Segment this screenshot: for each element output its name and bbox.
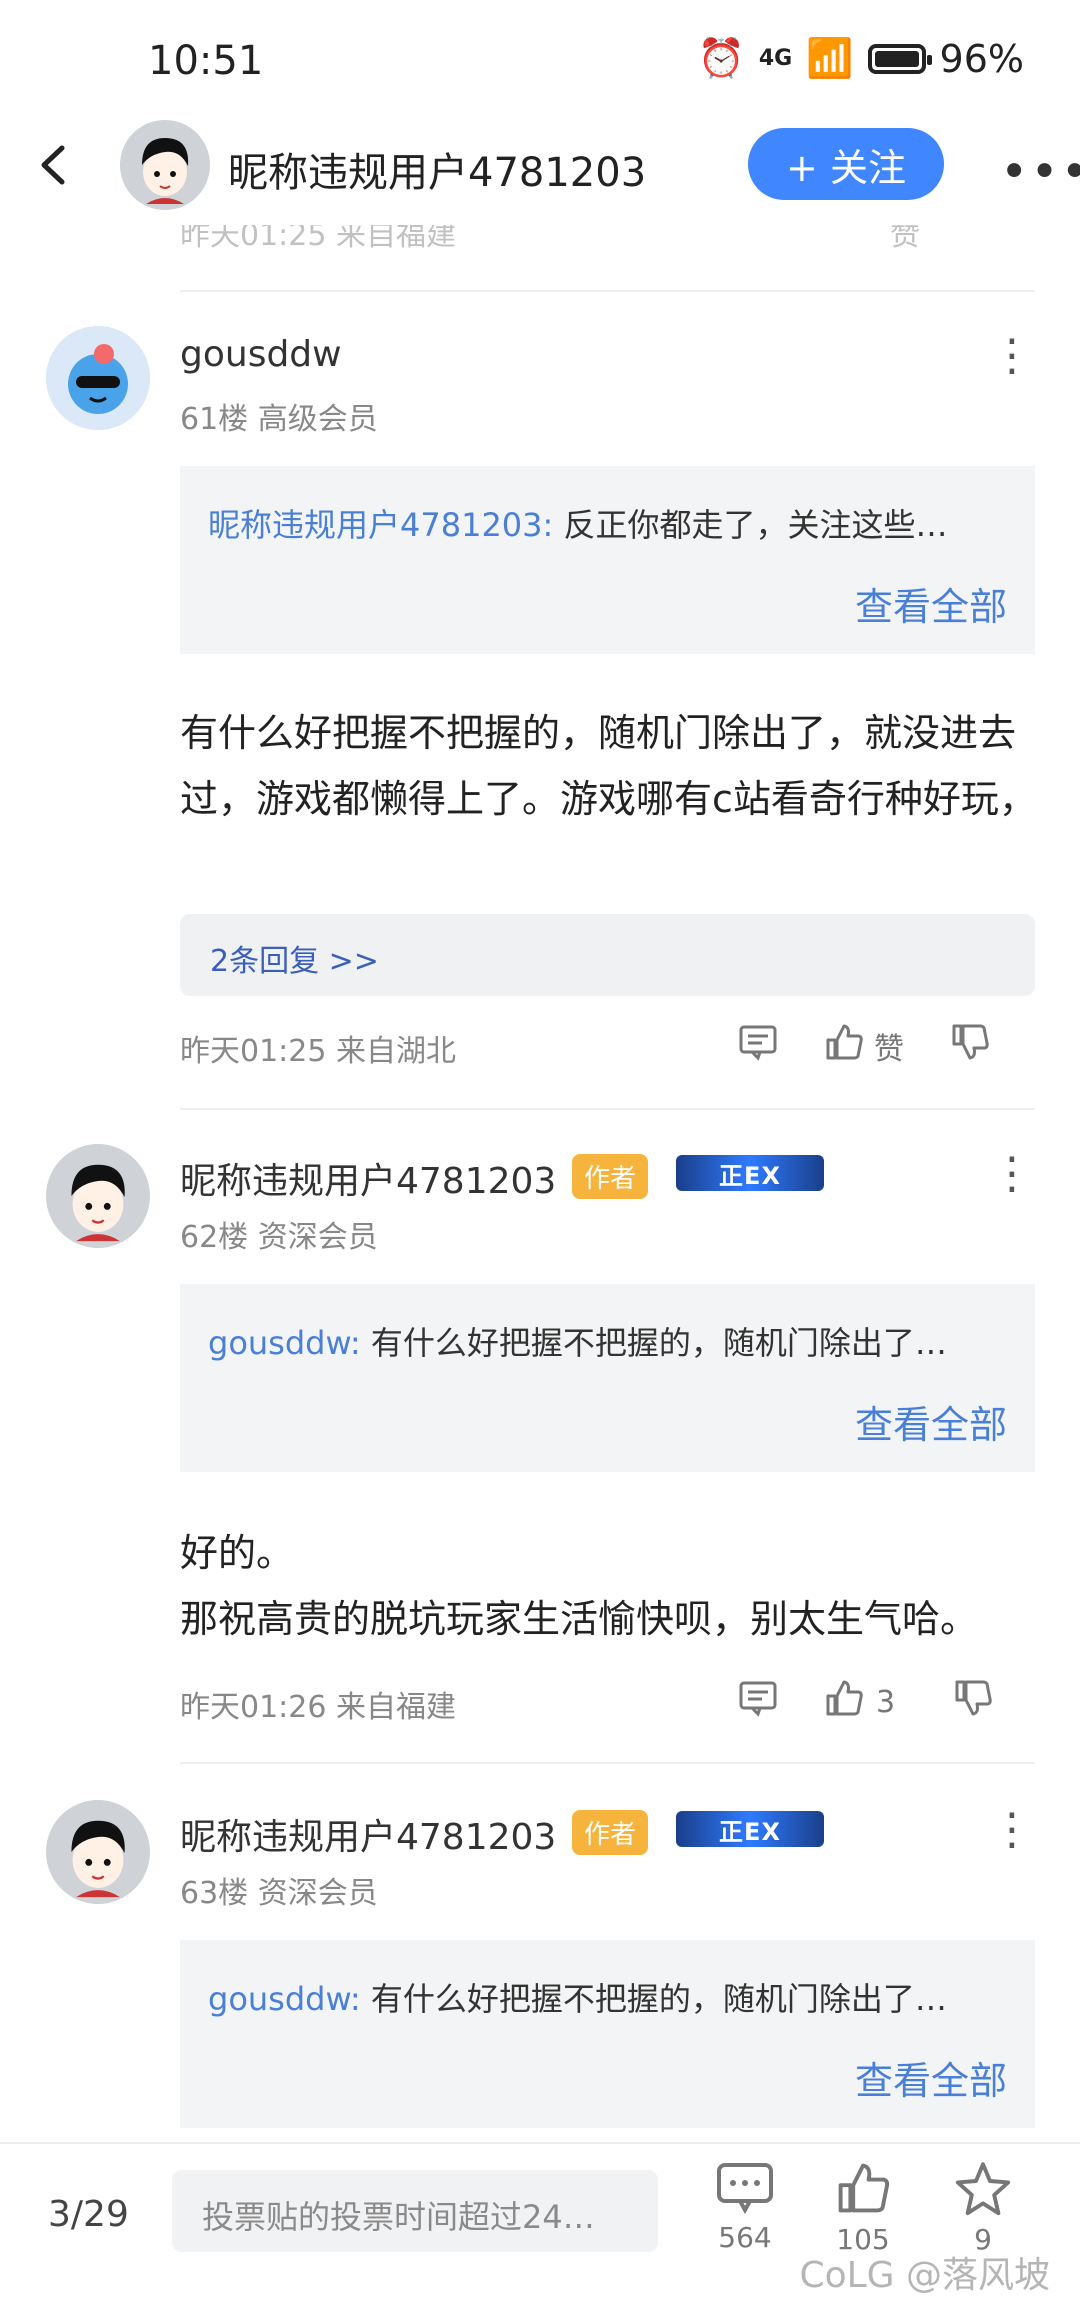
replies-link[interactable]: 2条回复 >> xyxy=(180,914,1035,996)
battery-icon xyxy=(867,43,932,74)
more-options-icon[interactable]: ••• xyxy=(1000,144,1080,200)
back-icon[interactable] xyxy=(30,140,80,190)
like-icon[interactable] xyxy=(824,1678,864,1726)
level-badge: 正EX xyxy=(676,1811,824,1847)
floor-info: 63楼 资深会员 xyxy=(180,1876,378,1911)
comment-text: 好的。 那祝高贵的脱坑玩家生活愉快呗，别太生气哈。 xyxy=(180,1520,1040,1652)
quoted-reply[interactable]: 昵称违规用户4781203: 反正你都走了，关注这些… 查看全部 xyxy=(180,466,1035,654)
page-indicator[interactable]: 3/29 xyxy=(48,2194,129,2235)
quoted-reply[interactable]: gousddw: 有什么好把握不把握的，随机门除出了… 查看全部 xyxy=(180,1284,1035,1472)
commenter-username[interactable]: gousddw xyxy=(180,334,342,375)
reply-input-placeholder: 投票贴的投票时间超过24… xyxy=(202,2198,595,2236)
header-username: 昵称违规用户4781203 xyxy=(228,150,647,196)
commenter-avatar[interactable] xyxy=(46,1800,150,1904)
floor-info: 62楼 资深会员 xyxy=(180,1220,378,1255)
comment-more-icon[interactable]: ⋮ xyxy=(990,330,1034,381)
author-badge: 作者 xyxy=(572,1154,649,1199)
quote-text: gousddw: 有什么好把握不把握的，随机门除出了… xyxy=(208,1318,1008,1364)
alarm-icon: ⏰ xyxy=(697,36,745,80)
commenter-username[interactable]: 昵称违规用户4781203 xyxy=(180,1152,556,1204)
view-all-link[interactable]: 查看全部 xyxy=(855,2050,1007,2105)
battery-level: 96% xyxy=(939,36,1024,81)
comment-more-icon[interactable]: ⋮ xyxy=(990,1804,1034,1855)
comment-actions: 3 xyxy=(738,1678,993,1726)
like-count: 3 xyxy=(876,1684,896,1720)
comment-text: 有什么好把握不把握的，随机门除出了，就没进去过，游戏都懒得上了。游戏哪有c站看奇… xyxy=(180,711,1037,821)
quote-username[interactable]: 昵称违规用户4781203: xyxy=(208,506,553,544)
quoted-reply[interactable]: gousddw: 有什么好把握不把握的，随机门除出了… 查看全部 xyxy=(180,1940,1035,2128)
quote-text: gousddw: 有什么好把握不把握的，随机门除出了… xyxy=(208,1974,1008,2020)
comment-more-icon[interactable]: ⋮ xyxy=(990,1148,1034,1199)
top-navbar: 昵称违规用户4781203 + 关注 ••• xyxy=(0,110,1080,225)
dislike-icon[interactable] xyxy=(950,1022,990,1070)
comments-count: 564 xyxy=(718,2221,772,2254)
author-avatar[interactable] xyxy=(120,120,210,210)
quote-text: 昵称违规用户4781203: 反正你都走了，关注这些… xyxy=(208,500,1008,546)
comment-actions: 赞 xyxy=(738,1022,990,1070)
favorite-button[interactable]: 9 xyxy=(948,2160,1018,2256)
thumbs-up-icon xyxy=(838,2163,890,2213)
like-button[interactable]: 105 xyxy=(828,2160,898,2256)
commenter-username[interactable]: 昵称违规用户4781203 xyxy=(180,1808,556,1860)
star-icon xyxy=(955,2162,1011,2216)
comment-meta: 昨天01:26 来自福建 xyxy=(180,1690,456,1725)
commenter-avatar[interactable] xyxy=(46,326,150,430)
dislike-icon[interactable] xyxy=(953,1678,993,1726)
quote-username[interactable]: gousddw: xyxy=(208,1324,361,1362)
divider xyxy=(180,1108,1035,1110)
quote-snippet: 有什么好把握不把握的，随机门除出了… xyxy=(370,1324,947,1362)
author-badge: 作者 xyxy=(572,1810,649,1855)
like-icon[interactable] xyxy=(824,1022,864,1070)
comments-button[interactable]: 564 xyxy=(710,2162,780,2254)
reply-icon[interactable] xyxy=(738,1022,778,1070)
reply-icon[interactable] xyxy=(738,1678,778,1726)
level-badge: 正EX xyxy=(676,1155,824,1191)
view-all-link[interactable]: 查看全部 xyxy=(855,1394,1007,1449)
status-icons: ⏰ 4G 📶 96% xyxy=(698,36,1025,81)
comment-icon xyxy=(717,2163,773,2215)
like-label: 赞 xyxy=(874,1032,904,1067)
status-bar: 10:51 ⏰ 4G 📶 96% xyxy=(0,0,1080,120)
watermark: CoLG @落风坡 xyxy=(799,2255,1050,2296)
status-time: 10:51 xyxy=(148,38,264,84)
divider xyxy=(180,1762,1035,1764)
floor-info: 61楼 高级会员 xyxy=(180,402,378,437)
signal-icon: 📶 xyxy=(806,36,854,80)
reply-input[interactable]: 投票贴的投票时间超过24… xyxy=(172,2170,658,2252)
divider xyxy=(180,290,1035,292)
comment-text-line: 好的。 xyxy=(180,1531,295,1575)
commenter-avatar[interactable] xyxy=(46,1144,150,1248)
view-all-link[interactable]: 查看全部 xyxy=(855,576,1007,631)
follow-button[interactable]: + 关注 xyxy=(748,128,944,200)
comment-meta: 昨天01:25 来自湖北 xyxy=(180,1034,456,1069)
replies-count: 2条回复 >> xyxy=(210,944,379,979)
comment-text-line: 那祝高贵的脱坑玩家生活愉快呗，别太生气哈。 xyxy=(180,1597,979,1641)
quote-snippet: 有什么好把握不把握的，随机门除出了… xyxy=(370,1980,947,2018)
network-label: 4G xyxy=(758,46,793,71)
bottom-action-bar: 3/29 投票贴的投票时间超过24… 564 105 9 CoLG @落风坡 xyxy=(0,2142,1080,2312)
quote-username[interactable]: gousddw: xyxy=(208,1980,361,2018)
quote-snippet: 反正你都走了，关注这些… xyxy=(563,506,948,544)
